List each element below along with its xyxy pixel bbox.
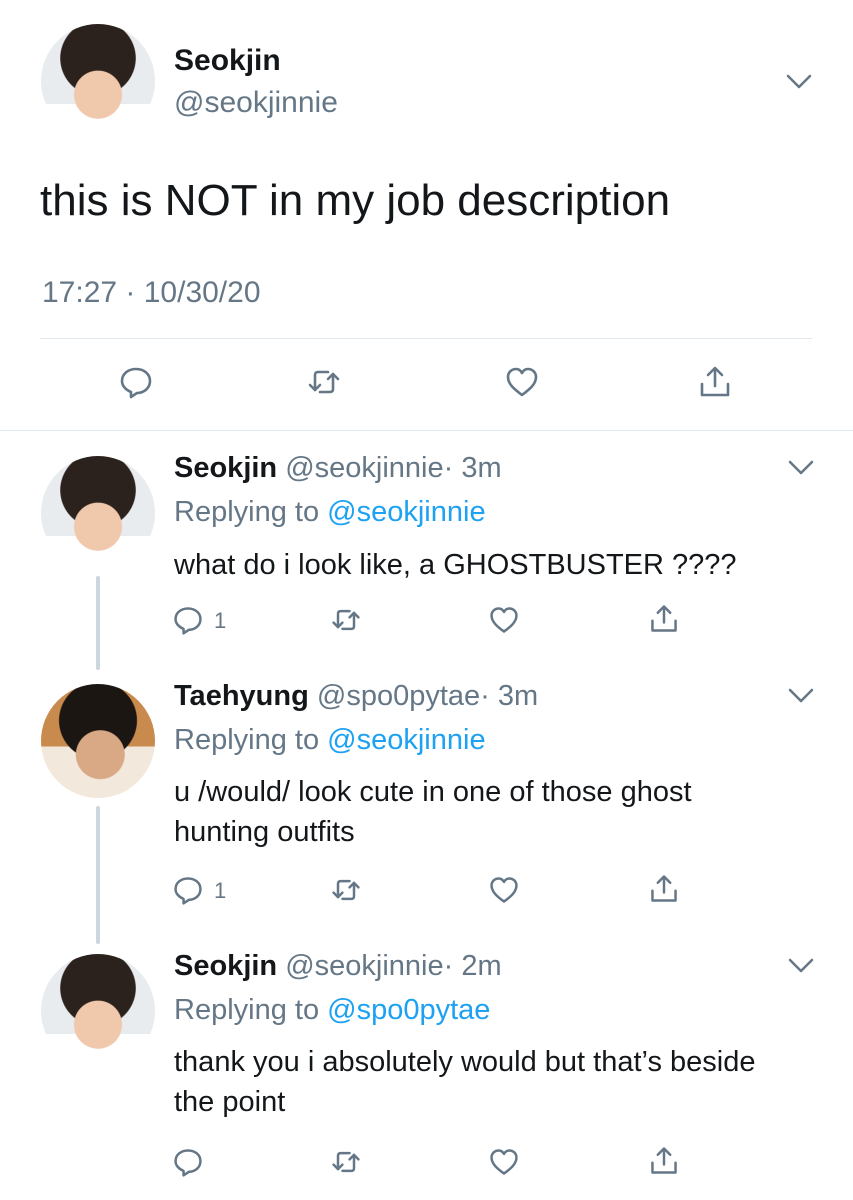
reply-avatar[interactable] [41, 954, 155, 1068]
thread-line [96, 806, 100, 944]
reply-display-name[interactable]: Seokjin [174, 452, 277, 484]
chevron-down-icon[interactable] [788, 688, 814, 704]
main-tweet-text: this is NOT in my job description [40, 176, 671, 225]
reply-text: u /would/ look cute in one of those ghos… [174, 776, 692, 848]
main-avatar[interactable] [41, 24, 155, 138]
reply-header: Seokjin @seokjinnie· 2m [174, 950, 502, 983]
main-handle[interactable]: @seokjinnie [174, 86, 338, 120]
like-icon[interactable] [488, 1146, 520, 1178]
share-icon[interactable] [648, 1145, 680, 1177]
comment-icon[interactable] [172, 604, 204, 636]
share-icon[interactable] [648, 873, 680, 905]
comment-icon[interactable] [118, 364, 154, 400]
reply-time[interactable]: · 3m [480, 680, 538, 712]
reply-header: Seokjin @seokjinnie· 3m [174, 452, 502, 485]
replying-to-handle[interactable]: @seokjinnie [327, 724, 485, 756]
chevron-down-icon[interactable] [788, 460, 814, 476]
divider [40, 338, 812, 339]
comment-icon[interactable] [172, 1146, 204, 1178]
main-display-name[interactable]: Seokjin [174, 44, 281, 78]
reply-header: Taehyung @spo0pytae· 3m [174, 680, 538, 713]
reply-avatar[interactable] [41, 684, 155, 798]
reply-avatar[interactable] [41, 456, 155, 570]
chevron-down-icon[interactable] [786, 74, 812, 90]
reply-handle[interactable]: @spo0pytae [317, 680, 480, 712]
replying-to-label: Replying to [174, 496, 320, 528]
replying-to-label: Replying to [174, 994, 320, 1026]
chevron-down-icon[interactable] [788, 958, 814, 974]
retweet-icon[interactable] [330, 874, 362, 906]
replying-to: Replying to @seokjinnie [174, 496, 486, 529]
reply-handle[interactable]: @seokjinnie [285, 950, 443, 982]
divider [0, 430, 853, 431]
reply-time[interactable]: · 2m [444, 950, 502, 982]
thread-line [96, 576, 100, 670]
main-timestamp[interactable]: 17:27 · 10/30/20 [42, 276, 261, 310]
replying-to: Replying to @spo0pytae [174, 994, 490, 1027]
comment-icon[interactable] [172, 874, 204, 906]
reply-display-name[interactable]: Seokjin [174, 950, 277, 982]
reply-handle[interactable]: @seokjinnie [285, 452, 443, 484]
like-icon[interactable] [488, 874, 520, 906]
share-icon[interactable] [648, 603, 680, 635]
retweet-icon[interactable] [330, 1146, 362, 1178]
replying-to: Replying to @seokjinnie [174, 724, 486, 757]
like-icon[interactable] [488, 604, 520, 636]
reply-time[interactable]: · 3m [444, 452, 502, 484]
reply-display-name[interactable]: Taehyung [174, 680, 309, 712]
reply-text: thank you i absolutely would but that’s … [174, 1046, 756, 1118]
share-icon[interactable] [697, 364, 733, 400]
reply-count: 1 [214, 608, 227, 633]
reply-text: what do i look like, a GHOSTBUSTER ???? [174, 549, 737, 581]
replying-to-handle[interactable]: @spo0pytae [327, 994, 490, 1026]
like-icon[interactable] [504, 364, 540, 400]
retweet-icon[interactable] [306, 364, 342, 400]
retweet-icon[interactable] [330, 604, 362, 636]
reply-count: 1 [214, 878, 227, 903]
replying-to-label: Replying to [174, 724, 320, 756]
replying-to-handle[interactable]: @seokjinnie [327, 496, 485, 528]
